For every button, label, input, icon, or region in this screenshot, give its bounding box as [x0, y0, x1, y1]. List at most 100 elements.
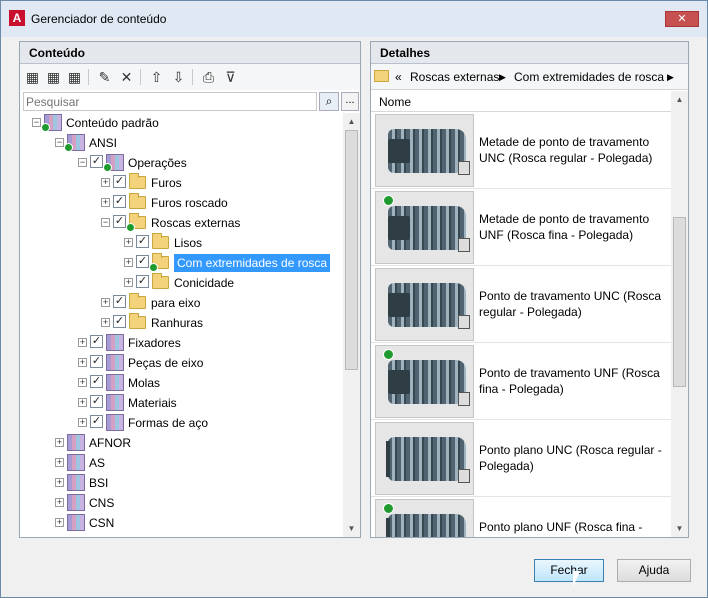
- tree-node[interactable]: + ✓ Conicidade: [20, 273, 340, 292]
- close-dialog-button[interactable]: Fechar: [534, 559, 604, 582]
- expand-icon[interactable]: +: [55, 518, 64, 527]
- expand-icon[interactable]: +: [78, 398, 87, 407]
- expand-icon[interactable]: +: [124, 238, 133, 247]
- search-options-button[interactable]: ...: [341, 92, 359, 111]
- expand-icon[interactable]: +: [78, 358, 87, 367]
- tree-scrollbar[interactable]: ▲ ▼: [343, 113, 360, 537]
- expand-icon[interactable]: +: [101, 198, 110, 207]
- node-checkbox[interactable]: ✓: [90, 355, 103, 368]
- print-icon[interactable]: ⎙: [200, 69, 217, 86]
- tree-node[interactable]: + ✓ Lisos: [20, 233, 340, 252]
- collapse-icon[interactable]: −: [32, 118, 41, 127]
- tree-node[interactable]: + ✓ para eixo: [20, 293, 340, 312]
- tree-node[interactable]: − ANSI: [20, 134, 340, 152]
- detail-item[interactable]: Metade de ponto de travamento UNF (Rosca…: [371, 189, 673, 266]
- help-button[interactable]: Ajuda: [617, 559, 691, 582]
- node-checkbox[interactable]: ✓: [90, 375, 103, 388]
- node-checkbox[interactable]: ✓: [113, 295, 126, 308]
- detail-item-name: Ponto de travamento UNC (Rosca regular -…: [479, 289, 662, 319]
- tree-node[interactable]: + ✓ Peças de eixo: [20, 354, 340, 372]
- expand-icon[interactable]: +: [55, 438, 64, 447]
- tree-node[interactable]: + ✓ Molas: [20, 374, 340, 392]
- delete-icon[interactable]: ✕: [118, 69, 135, 86]
- scroll-down-icon[interactable]: ▼: [343, 520, 360, 537]
- node-checkbox[interactable]: ✓: [90, 155, 103, 168]
- tree-node[interactable]: + ✓ Furos: [20, 173, 340, 192]
- tree-node[interactable]: + ✓ Furos roscado: [20, 193, 340, 212]
- move-up-icon[interactable]: ⇧: [148, 69, 165, 86]
- collapse-icon[interactable]: −: [78, 158, 87, 167]
- node-checkbox[interactable]: ✓: [90, 335, 103, 348]
- new-library-icon[interactable]: ▦: [24, 69, 41, 86]
- search-button[interactable]: ⌕: [319, 92, 339, 111]
- tree-scroll-thumb[interactable]: [345, 130, 358, 370]
- tree-node[interactable]: − Conteúdo padrão: [20, 114, 340, 132]
- node-checkbox[interactable]: ✓: [136, 275, 149, 288]
- tree-node[interactable]: + AS: [20, 454, 340, 472]
- tree-node-label: Lisos: [174, 236, 203, 250]
- tree-node[interactable]: + ✓ Materiais: [20, 394, 340, 412]
- new-category-icon[interactable]: ▦: [45, 69, 62, 86]
- node-checkbox[interactable]: ✓: [136, 235, 149, 248]
- details-scrollbar[interactable]: ▲ ▼: [671, 91, 688, 537]
- tree-node[interactable]: + ✓ Fixadores: [20, 334, 340, 352]
- search-input[interactable]: [23, 92, 317, 111]
- filter-icon[interactable]: ⊽: [222, 69, 239, 86]
- expand-icon[interactable]: +: [101, 178, 110, 187]
- expand-icon[interactable]: +: [124, 278, 133, 287]
- tree-node[interactable]: + ✓ Ranhuras: [20, 313, 340, 332]
- node-checkbox[interactable]: ✓: [113, 195, 126, 208]
- collapse-icon[interactable]: −: [101, 218, 110, 227]
- expand-icon[interactable]: +: [78, 338, 87, 347]
- breadcrumb-item[interactable]: Com extremidades de rosca: [514, 70, 664, 84]
- expand-icon[interactable]: +: [101, 318, 110, 327]
- tree-node[interactable]: + CSN: [20, 514, 340, 532]
- breadcrumb-item[interactable]: Roscas externas: [410, 70, 499, 84]
- detail-item[interactable]: Ponto plano UNC (Rosca regular - Polegad…: [371, 420, 673, 497]
- end-view-image: [458, 469, 470, 483]
- tree-node[interactable]: + BSI: [20, 474, 340, 492]
- tree-node[interactable]: − ✓ Roscas externas: [20, 213, 340, 232]
- detail-item[interactable]: Ponto plano UNF (Rosca fina - Polegada): [371, 497, 673, 537]
- collapse-icon[interactable]: −: [55, 138, 64, 147]
- tree-node[interactable]: + ✓ Com extremidades de rosca: [20, 253, 340, 272]
- details-scroll-thumb[interactable]: [673, 217, 686, 387]
- expand-icon[interactable]: +: [55, 458, 64, 467]
- expand-icon[interactable]: +: [124, 258, 133, 267]
- expand-icon[interactable]: +: [55, 478, 64, 487]
- scroll-up-icon[interactable]: ▲: [343, 113, 360, 130]
- tree-node[interactable]: + CNS: [20, 494, 340, 512]
- part-thumbnail: [375, 114, 474, 187]
- tree-node[interactable]: + ✓ Formas de aço: [20, 414, 340, 432]
- new-subcategory-icon[interactable]: ▦: [66, 69, 83, 86]
- node-checkbox[interactable]: ✓: [90, 395, 103, 408]
- library-icon: [106, 354, 124, 371]
- node-checkbox[interactable]: ✓: [113, 315, 126, 328]
- tree-node[interactable]: + AFNOR: [20, 434, 340, 452]
- expand-icon[interactable]: +: [55, 498, 64, 507]
- node-checkbox[interactable]: ✓: [113, 215, 126, 228]
- folder-icon: [374, 70, 389, 82]
- breadcrumb-separator-icon[interactable]: ▶: [667, 72, 674, 83]
- node-checkbox[interactable]: ✓: [90, 415, 103, 428]
- scroll-down-icon[interactable]: ▼: [671, 520, 688, 537]
- detail-item[interactable]: Ponto de travamento UNC (Rosca regular -…: [371, 266, 673, 343]
- tree-node[interactable]: − ✓ Operações: [20, 154, 340, 172]
- expand-icon[interactable]: +: [78, 418, 87, 427]
- node-checkbox[interactable]: ✓: [136, 255, 149, 268]
- move-down-icon[interactable]: ⇩: [170, 69, 187, 86]
- breadcrumb-back-icon[interactable]: «: [395, 70, 402, 84]
- rename-icon[interactable]: ✎: [96, 69, 113, 86]
- column-header-name[interactable]: Nome: [371, 91, 671, 112]
- autocad-app-icon: A: [9, 10, 25, 26]
- scroll-up-icon[interactable]: ▲: [671, 91, 688, 108]
- window-close-button[interactable]: ✕: [665, 11, 699, 27]
- detail-item[interactable]: Metade de ponto de travamento UNC (Rosca…: [371, 112, 673, 189]
- part-thumbnail: [375, 422, 474, 495]
- expand-icon[interactable]: +: [101, 298, 110, 307]
- breadcrumb-separator-icon[interactable]: ▶: [499, 72, 506, 83]
- checkmark-badge-icon: [103, 163, 112, 172]
- node-checkbox[interactable]: ✓: [113, 175, 126, 188]
- detail-item[interactable]: Ponto de travamento UNF (Rosca fina - Po…: [371, 343, 673, 420]
- expand-icon[interactable]: +: [78, 378, 87, 387]
